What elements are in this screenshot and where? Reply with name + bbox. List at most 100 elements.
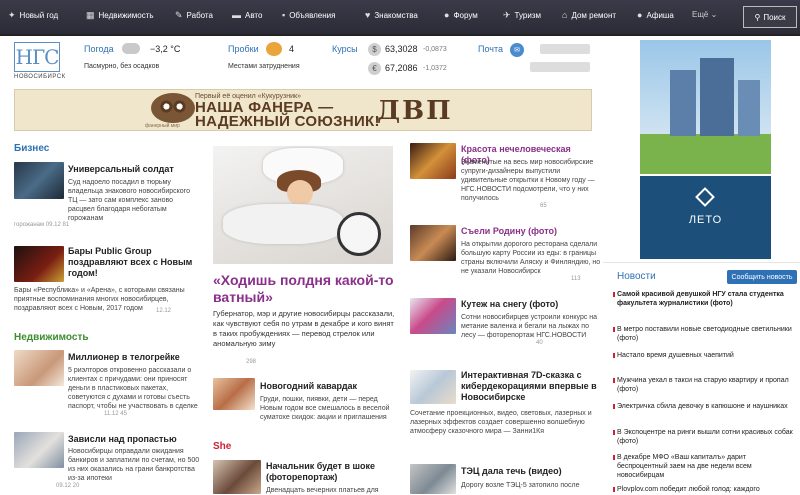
article-title[interactable]: Миллионер в телогрейке bbox=[68, 352, 198, 363]
blurred-account bbox=[540, 44, 590, 54]
nav-label: Форум bbox=[453, 10, 478, 20]
article-thumbnail[interactable] bbox=[410, 298, 456, 334]
article-thumbnail[interactable] bbox=[410, 225, 456, 261]
article-title[interactable]: Универсальный солдат bbox=[68, 164, 198, 175]
more-menu[interactable]: Ещё ⌄ bbox=[692, 10, 717, 19]
nav-item-travel[interactable]: ✈ Туризм bbox=[503, 10, 541, 21]
nav-item-dating[interactable]: ♥ Знакомства bbox=[365, 10, 418, 20]
building-shape bbox=[700, 58, 734, 136]
article-thumbnail[interactable] bbox=[14, 246, 64, 282]
advert-buildings[interactable] bbox=[640, 40, 771, 174]
news-item[interactable]: Plovplov.com победит любой голод: каждог… bbox=[613, 485, 797, 494]
building-shape bbox=[670, 70, 696, 136]
article-meta: 11.12 45 bbox=[104, 411, 127, 417]
traffic-link[interactable]: Пробки bbox=[228, 44, 259, 54]
usd-rate: 63,3028 bbox=[385, 44, 418, 54]
article-title[interactable]: Бары Public Group поздравляют всех с Нов… bbox=[68, 246, 200, 279]
article-text: Дорогу возле ТЭЦ-5 затопило после bbox=[461, 482, 580, 489]
news-panel-title[interactable]: Новости bbox=[617, 271, 656, 282]
nav-item-auto[interactable]: ▬ Авто bbox=[232, 10, 262, 20]
article-title[interactable]: Новогодний кавардак bbox=[260, 381, 390, 392]
advert-banner[interactable]: фанерный мир Первый её оценил «Кукурузни… bbox=[14, 89, 592, 131]
site-logo-city: НОВОСИБИРСК bbox=[14, 74, 66, 80]
article-meta: 40 bbox=[536, 340, 543, 346]
top-nav-bar: ✦ Новый год ▦ Недвижимость ✎ Работа ▬ Авто ▪… bbox=[0, 0, 800, 36]
feature-image[interactable] bbox=[213, 146, 393, 264]
leto-label: ЛЕТО bbox=[688, 214, 723, 226]
mail-link[interactable]: Почта bbox=[478, 44, 503, 54]
section-realty[interactable]: Недвижимость bbox=[14, 332, 89, 343]
article-thumbnail[interactable] bbox=[14, 350, 64, 386]
heart-icon: ♥ bbox=[365, 10, 371, 20]
speech-bubble-icon: ● bbox=[444, 10, 450, 20]
nav-label: Авто bbox=[245, 10, 263, 20]
building-icon: ▦ bbox=[86, 10, 95, 20]
usd-change: -0,0873 bbox=[423, 46, 447, 53]
article-title[interactable]: Зависли над пропастью bbox=[68, 434, 198, 445]
nav-label: Объявления bbox=[289, 10, 336, 20]
nav-label: Дом ремонт bbox=[571, 10, 617, 20]
feature-title[interactable]: «Ходишь полдня какой-то ватный» bbox=[213, 272, 398, 306]
weather-link[interactable]: Погода bbox=[84, 44, 114, 54]
search-button[interactable]: ⚲ Поиск bbox=[743, 6, 797, 28]
article-text: Бары «Республика» и «Арена», с которыми … bbox=[14, 287, 185, 312]
article-thumbnail[interactable] bbox=[213, 460, 261, 494]
owl-logo-icon bbox=[151, 93, 195, 123]
nav-item-realty[interactable]: ▦ Недвижимость bbox=[86, 10, 154, 21]
article-thumbnail[interactable] bbox=[14, 162, 64, 199]
nav-item-forum[interactable]: ● Форум bbox=[444, 10, 478, 20]
traffic-desc: Местами затруднения bbox=[228, 63, 300, 70]
ticket-icon: ● bbox=[637, 10, 643, 20]
mail-icon[interactable]: ✉ bbox=[510, 43, 524, 57]
eur-rate: 67,2086 bbox=[385, 63, 418, 73]
news-item[interactable]: Электричка сбила девочку в капюшоне и на… bbox=[613, 402, 797, 411]
feature-meta: 298 bbox=[246, 359, 257, 365]
nav-label: Туризм bbox=[514, 11, 541, 20]
news-item[interactable]: Настало время душевных чаепитий bbox=[613, 351, 797, 360]
news-item[interactable]: В Экспоцентре на ринги вышли сотни краси… bbox=[613, 428, 797, 446]
article-title[interactable]: Интерактивная 7D-сказка с кибердекорация… bbox=[461, 370, 601, 403]
article-text: Новосибирцы оправдали ожидания банкиров … bbox=[68, 448, 200, 482]
blurred-account bbox=[530, 62, 590, 72]
report-news-button[interactable]: Сообщить новость bbox=[727, 270, 797, 284]
nav-item-ads[interactable]: ▪ Объявления bbox=[282, 10, 335, 20]
traffic-level-icon bbox=[266, 42, 282, 56]
nav-item-jobs[interactable]: ✎ Работа bbox=[175, 10, 213, 21]
section-she[interactable]: She bbox=[213, 441, 231, 452]
article-title[interactable]: Начальник будет в шоке (фоторепортаж) bbox=[266, 461, 396, 483]
nav-label: Недвижимость bbox=[98, 11, 154, 20]
divider bbox=[603, 262, 800, 263]
weather-temp: −3,2 °С bbox=[150, 44, 181, 54]
rates-link[interactable]: Курсы bbox=[332, 44, 358, 54]
article-title[interactable]: Кутеж на снегу (фото) bbox=[461, 299, 601, 310]
news-item[interactable]: Самой красивой девушкой НГУ стала студен… bbox=[613, 290, 797, 308]
house-icon: ⌂ bbox=[562, 10, 568, 20]
nav-item-new-year[interactable]: ✦ Новый год bbox=[8, 10, 58, 21]
article-title[interactable]: Съели Родину (фото) bbox=[461, 226, 601, 237]
car-icon: ▬ bbox=[232, 10, 241, 20]
nav-item-home[interactable]: ⌂ Дом ремонт bbox=[562, 10, 616, 20]
search-label: Поиск bbox=[763, 12, 786, 22]
site-logo[interactable]: НГС bbox=[14, 42, 60, 72]
advert-leto[interactable]: ЛЕТО bbox=[640, 176, 771, 259]
article-thumbnail[interactable] bbox=[14, 432, 64, 468]
news-item[interactable]: В метро поставили новые светодиодные све… bbox=[613, 325, 797, 343]
news-item[interactable]: В декабре МФО «Ваш капиталъ» дарит беспр… bbox=[613, 453, 797, 480]
nav-label: Афиша bbox=[646, 10, 674, 20]
cloud-icon bbox=[122, 43, 140, 54]
article-thumbnail[interactable] bbox=[410, 370, 456, 404]
article-thumbnail[interactable] bbox=[213, 378, 255, 410]
nav-item-afisha[interactable]: ● Афиша bbox=[637, 10, 674, 20]
section-business[interactable]: Бизнес bbox=[14, 143, 49, 154]
article-text: Знаменитые на весь мир новосибирские суп… bbox=[461, 159, 595, 202]
banner-tag: фанерный мир bbox=[145, 123, 180, 129]
chat-icon: ▪ bbox=[282, 10, 286, 20]
article-thumbnail[interactable] bbox=[410, 143, 456, 179]
article-text: Суд надоело посадил в тюрьму владельца з… bbox=[68, 179, 190, 222]
building-shape bbox=[738, 80, 760, 136]
face-shape bbox=[287, 180, 313, 206]
article-title[interactable]: ТЭЦ дала течь (видео) bbox=[461, 466, 601, 477]
weather-desc: Пасмурно, без осадков bbox=[84, 63, 160, 70]
news-item[interactable]: Мужчина уехал в такси на старую квартиру… bbox=[613, 376, 797, 394]
article-thumbnail[interactable] bbox=[410, 464, 456, 494]
